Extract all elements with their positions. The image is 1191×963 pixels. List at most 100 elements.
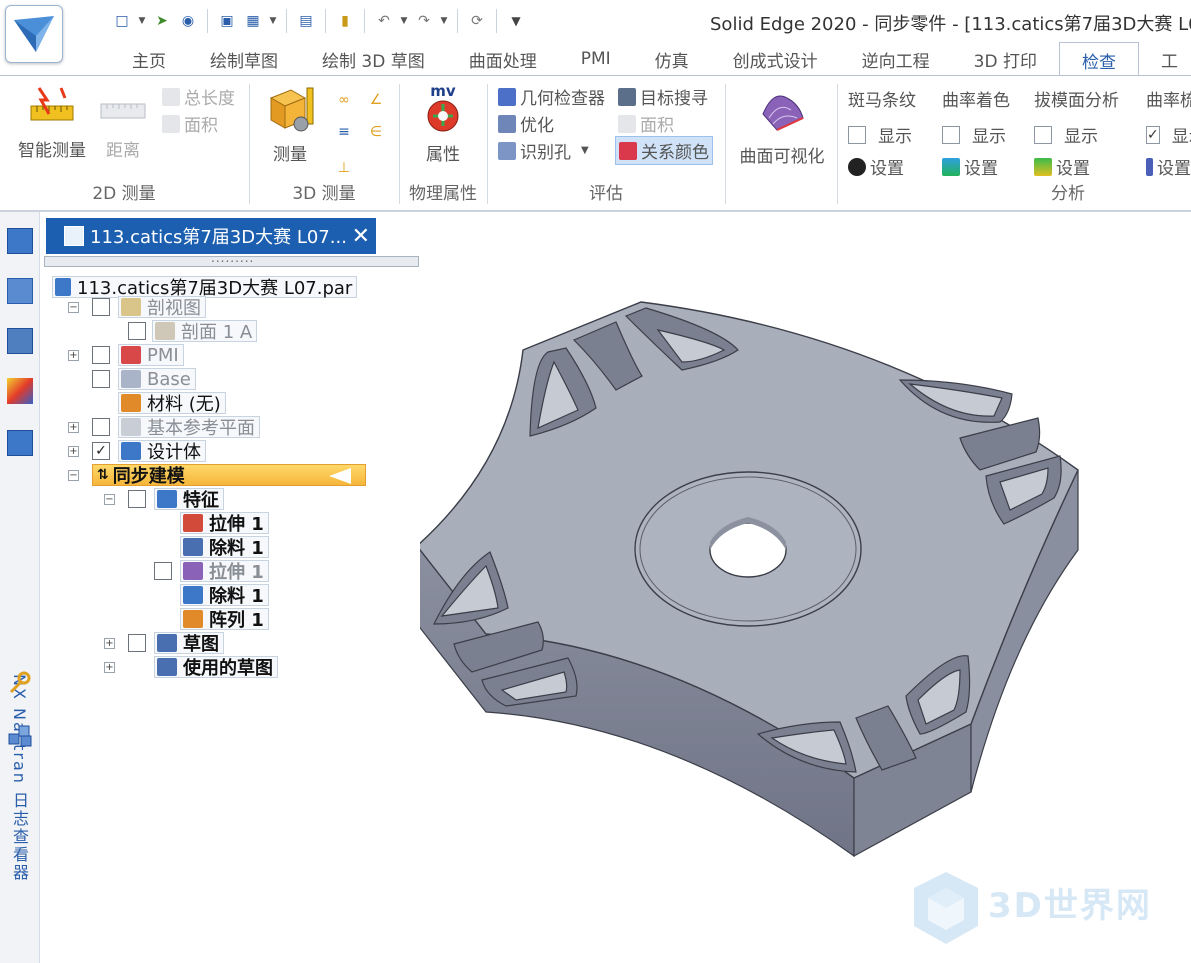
- tree-item-pmi[interactable]: PMI: [118, 344, 184, 366]
- design-body-checkbox[interactable]: ✓: [92, 442, 110, 460]
- tree-root[interactable]: 113.catics第7届3D大赛 L07.par: [52, 276, 358, 299]
- tree-item-material[interactable]: 材料 (无): [118, 392, 226, 415]
- features-checkbox[interactable]: [128, 490, 146, 508]
- nastran-log-icon[interactable]: [7, 430, 33, 456]
- close-icon[interactable]: ✕: [352, 224, 370, 249]
- expand-icon[interactable]: +: [104, 662, 115, 673]
- recognize-holes-button[interactable]: 识别孔 ▼: [498, 138, 589, 163]
- measure-distance-icon[interactable]: ∞: [332, 88, 356, 112]
- chevron-down-icon[interactable]: ▼: [398, 16, 410, 26]
- properties-icon[interactable]: ▤: [294, 9, 318, 33]
- tree-item-cutout-1b[interactable]: 除料 1: [180, 584, 269, 607]
- curvature-comb-show-toggle[interactable]: ✓ 显示: [1146, 122, 1191, 147]
- chevron-down-icon[interactable]: ▼: [438, 16, 450, 26]
- pathfinder-icon[interactable]: [7, 228, 33, 254]
- properties-button[interactable]: mv 属性: [410, 82, 476, 165]
- collapse-icon[interactable]: −: [68, 470, 79, 481]
- section-1a-checkbox[interactable]: [128, 322, 146, 340]
- zebra-settings-button[interactable]: 设置: [848, 154, 904, 179]
- 3d-viewport[interactable]: 3D世界网: [420, 212, 1191, 963]
- tree-item-base[interactable]: Base: [118, 368, 196, 390]
- base-checkbox[interactable]: [92, 370, 110, 388]
- area-evaluate-button[interactable]: 面积: [618, 111, 674, 136]
- expand-icon[interactable]: +: [68, 422, 79, 433]
- tab-pmi[interactable]: PMI: [559, 42, 633, 76]
- tree-item-section-view[interactable]: 剖视图: [118, 296, 206, 319]
- tree-item-extrude-1[interactable]: 拉伸 1: [180, 512, 269, 535]
- area-2d-button[interactable]: 面积: [162, 111, 218, 136]
- tab-3d-sketch[interactable]: 绘制 3D 草图: [300, 42, 447, 76]
- tab-inspect[interactable]: 检查: [1058, 42, 1139, 77]
- customize-toolbar-icon[interactable]: ▼: [504, 9, 528, 33]
- draft-analysis-settings-button[interactable]: 设置: [1034, 154, 1090, 179]
- expand-icon[interactable]: +: [104, 638, 115, 649]
- tab-tools[interactable]: 工: [1139, 42, 1191, 76]
- tree-item-cutout-1[interactable]: 除料 1: [180, 536, 269, 559]
- tab-3d-print[interactable]: 3D 打印: [952, 42, 1059, 76]
- extrude-1b-checkbox[interactable]: [154, 562, 172, 580]
- expand-icon[interactable]: +: [68, 446, 79, 457]
- zebra-show-checkbox[interactable]: [848, 125, 866, 144]
- draft-analysis-show-checkbox[interactable]: [1034, 125, 1052, 144]
- distance-button[interactable]: 距离: [90, 84, 156, 161]
- part-model[interactable]: [420, 212, 1191, 963]
- measure-normal-icon[interactable]: ⊥: [332, 156, 356, 180]
- document-tab[interactable]: 113.catics第7届3D大赛 L07... ✕: [46, 218, 376, 254]
- draft-analysis-show-toggle[interactable]: 显示: [1034, 122, 1098, 147]
- new-file-icon[interactable]: □: [110, 9, 134, 33]
- color-manager-icon[interactable]: [7, 378, 33, 404]
- surface-visualization-button[interactable]: 曲面可视化: [734, 84, 830, 167]
- tree-item-synchronous-modeling[interactable]: ⇅ 同步建模: [92, 464, 366, 487]
- total-length-button[interactable]: 总长度: [162, 84, 235, 109]
- tree-item-sketch[interactable]: 草图: [154, 632, 224, 655]
- save-icon[interactable]: ▣: [215, 9, 239, 33]
- section-view-checkbox[interactable]: [92, 298, 110, 316]
- tree-item-features[interactable]: 特征: [154, 488, 224, 511]
- tree-item-extrude-1b[interactable]: 拉伸 1: [180, 560, 269, 583]
- save-all-icon[interactable]: ▦: [241, 9, 265, 33]
- tree-item-base-ref-planes[interactable]: 基本参考平面: [118, 416, 260, 439]
- feature-library-icon[interactable]: [7, 328, 33, 354]
- collapse-icon[interactable]: −: [68, 302, 79, 313]
- curvature-comb-show-checkbox[interactable]: ✓: [1146, 125, 1160, 144]
- geometry-inspector-button[interactable]: 几何检查器: [498, 84, 605, 109]
- curvature-shading-show-checkbox[interactable]: [942, 125, 960, 144]
- zebra-show-toggle[interactable]: 显示: [848, 122, 912, 147]
- chevron-down-icon[interactable]: ▼: [136, 16, 148, 26]
- tree-item-design-body[interactable]: 设计体: [118, 440, 206, 463]
- layers-icon[interactable]: [7, 278, 33, 304]
- measure-angle-icon[interactable]: ∠: [364, 88, 388, 112]
- relationship-colors-button[interactable]: 关系颜色: [615, 136, 713, 165]
- curvature-shading-settings-button[interactable]: 设置: [942, 154, 998, 179]
- tree-item-used-sketches[interactable]: 使用的草图: [154, 656, 278, 679]
- optimize-button[interactable]: 优化: [498, 111, 554, 136]
- measure-inquire-icon[interactable]: ∈: [364, 120, 388, 144]
- assembly-icon[interactable]: [7, 722, 33, 748]
- tab-surfacing[interactable]: 曲面处理: [447, 42, 559, 76]
- sketch-checkbox[interactable]: [128, 634, 146, 652]
- redo-icon[interactable]: ↷: [412, 9, 436, 33]
- base-ref-planes-checkbox[interactable]: [92, 418, 110, 436]
- tab-sketch[interactable]: 绘制草图: [188, 42, 300, 76]
- repeat-command-icon[interactable]: ⟳: [465, 9, 489, 33]
- tab-home[interactable]: 主页: [110, 42, 188, 76]
- target-search-button[interactable]: 目标搜寻: [618, 84, 708, 109]
- curvature-shading-show-toggle[interactable]: 显示: [942, 122, 1006, 147]
- application-button[interactable]: [5, 5, 63, 63]
- expand-icon[interactable]: +: [68, 350, 79, 361]
- tree-item-pattern-1[interactable]: 阵列 1: [180, 608, 269, 631]
- measure-3d-button[interactable]: 测量: [262, 84, 318, 165]
- undo-icon[interactable]: ↶: [372, 9, 396, 33]
- link-icon[interactable]: [7, 670, 33, 696]
- tab-reverse-engineering[interactable]: 逆向工程: [840, 42, 952, 76]
- collapse-icon[interactable]: −: [104, 494, 115, 505]
- print-icon[interactable]: ◉: [176, 9, 200, 33]
- smart-measure-button[interactable]: 智能测量: [14, 84, 90, 161]
- chevron-down-icon[interactable]: ▼: [267, 16, 279, 26]
- nastran-log-viewer-tab[interactable]: NX Nastran 日志查看器: [9, 674, 31, 882]
- pmi-checkbox[interactable]: [92, 346, 110, 364]
- curvature-comb-settings-button[interactable]: 设置: [1146, 154, 1191, 179]
- open-folder-icon[interactable]: ➤: [150, 9, 174, 33]
- tree-item-section-1a[interactable]: 剖面 1 A: [152, 320, 258, 343]
- tab-generative-design[interactable]: 创成式设计: [711, 42, 840, 76]
